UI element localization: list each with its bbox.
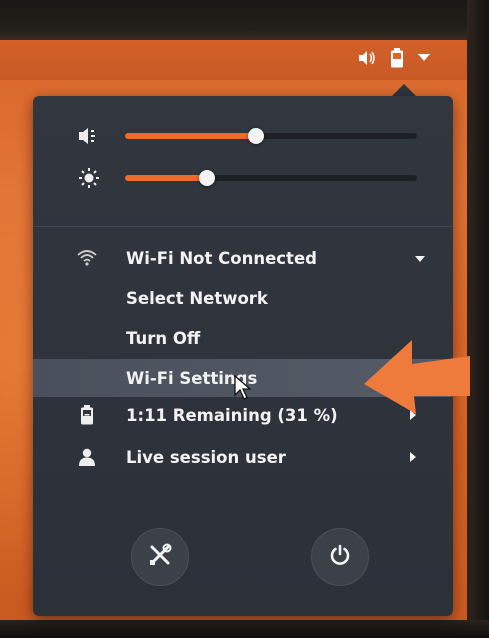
brightness-knob[interactable]	[198, 170, 215, 186]
brightness-fill	[125, 175, 207, 181]
system-tray[interactable]	[358, 44, 430, 72]
select-network-item[interactable]: Select Network	[33, 279, 453, 317]
wifi-icon	[77, 248, 97, 268]
user-item[interactable]: Live session user	[33, 438, 453, 476]
monitor-bezel-top	[0, 0, 489, 40]
menu-pointer	[392, 84, 416, 96]
power-button[interactable]	[311, 528, 369, 586]
turn-off-label: Turn Off	[126, 328, 201, 348]
brightness-track[interactable]	[125, 170, 417, 186]
monitor-bezel-bottom	[0, 620, 489, 638]
volume-track[interactable]	[125, 128, 417, 144]
speaker-icon[interactable]	[358, 50, 376, 66]
power-icon	[329, 544, 351, 570]
settings-icon	[148, 543, 172, 571]
select-network-label: Select Network	[126, 288, 268, 308]
battery-icon	[77, 405, 97, 425]
monitor-bezel-right	[467, 0, 489, 638]
user-label: Live session user	[126, 447, 286, 467]
brightness-icon	[77, 166, 101, 190]
wifi-status-item[interactable]: Wi-Fi Not Connected	[33, 239, 453, 277]
chevron-right-icon	[410, 452, 416, 462]
wifi-status-label: Wi-Fi Not Connected	[126, 248, 317, 268]
settings-button[interactable]	[131, 528, 189, 586]
mouse-cursor-icon	[234, 374, 254, 405]
brightness-slider[interactable]	[77, 166, 417, 190]
volume-slider[interactable]	[77, 124, 417, 148]
chevron-down-icon[interactable]	[418, 54, 430, 62]
volume-fill	[125, 133, 257, 139]
battery-icon[interactable]	[390, 48, 404, 68]
user-icon	[77, 447, 97, 467]
menu-divider	[33, 226, 453, 227]
volume-knob[interactable]	[248, 128, 265, 144]
chevron-down-icon	[415, 256, 425, 262]
battery-label: 1:11 Remaining (31 %)	[126, 405, 338, 425]
annotation-arrow-icon	[362, 334, 472, 418]
volume-icon	[77, 124, 101, 148]
